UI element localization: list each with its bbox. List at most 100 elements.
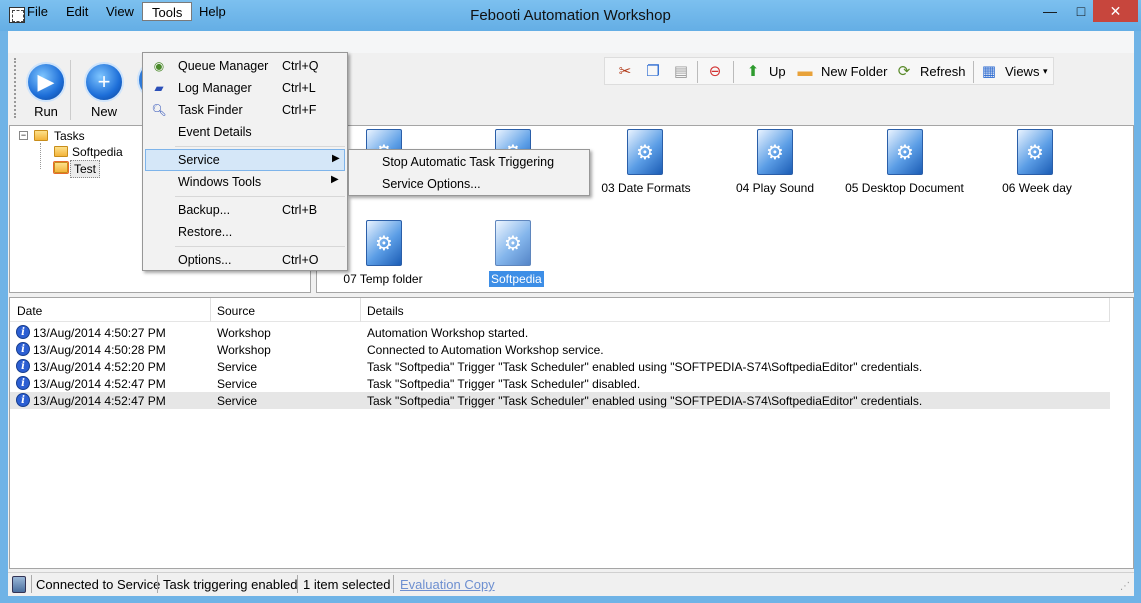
task-file-icon[interactable]: ⚙: [495, 220, 531, 266]
tree-item-tasks[interactable]: Tasks: [54, 129, 85, 143]
close-button[interactable]: ✕: [1093, 0, 1138, 22]
new-button[interactable]: + New: [76, 58, 132, 124]
log-row[interactable]: i 13/Aug/2014 4:50:28 PM Workshop Connec…: [10, 341, 1110, 358]
task-item-label[interactable]: 03 Date Formats: [596, 181, 696, 195]
toolbar-grip[interactable]: [14, 58, 17, 118]
menu-item-restore[interactable]: Restore...: [145, 221, 345, 243]
status-separator: [31, 575, 32, 593]
cut-icon[interactable]: ✂: [615, 62, 635, 82]
refresh-button[interactable]: ⟳ Refresh: [894, 58, 970, 86]
views-button[interactable]: ▦ Views ▾: [979, 58, 1051, 86]
task-item-label[interactable]: 04 Play Sound: [723, 181, 827, 195]
toolbar-separator: [70, 60, 71, 120]
submenu-arrow-icon: ▶: [332, 153, 340, 164]
minimize-button[interactable]: —: [1035, 0, 1065, 22]
views-label: Views: [1005, 64, 1040, 79]
task-item-label[interactable]: 07 Temp folder: [333, 272, 433, 286]
evaluation-copy-link[interactable]: Evaluation Copy: [400, 577, 495, 592]
status-bar: Connected to Service Task triggering ena…: [8, 572, 1134, 596]
column-separator[interactable]: [1109, 298, 1110, 322]
log-details: Automation Workshop started.: [367, 326, 529, 340]
menu-item-event-details[interactable]: Event Details: [145, 121, 345, 143]
menu-item-queue-manager[interactable]: ◉ Queue Manager Ctrl+Q: [145, 55, 345, 77]
chevron-down-icon: ▾: [1043, 66, 1048, 76]
status-triggering: Task triggering enabled: [163, 577, 298, 592]
info-icon: i: [16, 342, 30, 356]
info-icon: i: [16, 359, 30, 373]
menu-item-service-options[interactable]: Service Options...: [351, 173, 587, 195]
menu-tools[interactable]: Tools: [142, 2, 193, 21]
new-folder-button[interactable]: ▬ New Folder: [795, 58, 889, 86]
resize-grip-icon[interactable]: ⋰: [1120, 581, 1130, 592]
new-folder-label: New Folder: [821, 64, 888, 79]
service-submenu: Stop Automatic Task Triggering Service O…: [348, 149, 590, 196]
log-view[interactable]: Date Source Details i 13/Aug/2014 4:50:2…: [9, 297, 1134, 569]
column-source[interactable]: Source: [217, 304, 255, 318]
task-file-icon[interactable]: ⚙: [1017, 129, 1053, 175]
task-file-icon[interactable]: ⚙: [366, 220, 402, 266]
log-row[interactable]: i 13/Aug/2014 4:50:27 PM Workshop Automa…: [10, 324, 1110, 341]
log-details: Task "Softpedia" Trigger "Task Scheduler…: [367, 377, 641, 391]
menu-separator: [175, 196, 345, 197]
log-source: Workshop: [217, 343, 271, 357]
info-icon: i: [16, 376, 30, 390]
tree-item-test[interactable]: Test: [70, 160, 101, 178]
tools-menu: ◉ Queue Manager Ctrl+Q ▰ Log Manager Ctr…: [142, 52, 348, 271]
maximize-button[interactable]: □: [1066, 0, 1096, 22]
menu-bar: [8, 31, 1134, 53]
delete-icon[interactable]: ⊖: [705, 62, 725, 82]
up-button[interactable]: ⬆ Up: [743, 58, 793, 86]
run-label: Run: [34, 104, 58, 119]
log-row-selected[interactable]: i 13/Aug/2014 4:52:47 PM Service Task "S…: [10, 392, 1110, 409]
menu-help[interactable]: Help: [190, 2, 235, 21]
log-source: Workshop: [217, 326, 271, 340]
navigation-toolbar: ✂ ❐ ▤ ⊖ ⬆ Up ▬ New Folder ⟳ Refresh ▦ Vi…: [604, 57, 1054, 85]
log-details: Task "Softpedia" Trigger "Task Scheduler…: [367, 394, 923, 408]
log-row[interactable]: i 13/Aug/2014 4:52:20 PM Service Task "S…: [10, 358, 1110, 375]
column-details[interactable]: Details: [367, 304, 404, 318]
log-details: Task "Softpedia" Trigger "Task Scheduler…: [367, 360, 923, 374]
toolbar-separator: [733, 61, 734, 83]
menu-item-stop-automatic-triggering[interactable]: Stop Automatic Task Triggering: [351, 151, 587, 173]
collapse-toggle-icon[interactable]: −: [19, 131, 28, 140]
task-item-label[interactable]: 06 Week day: [987, 181, 1087, 195]
column-separator[interactable]: [210, 298, 211, 322]
paste-icon[interactable]: ▤: [671, 62, 691, 82]
copy-icon[interactable]: ❐: [643, 62, 663, 82]
menu-item-task-finder[interactable]: 🔍︎ Task Finder Ctrl+F: [145, 99, 345, 121]
task-file-icon[interactable]: ⚙: [887, 129, 923, 175]
tree-item-softpedia[interactable]: Softpedia: [72, 145, 123, 159]
column-date[interactable]: Date: [17, 304, 42, 318]
menu-file[interactable]: File: [18, 2, 57, 21]
views-icon: ▦: [981, 63, 997, 80]
menu-item-backup[interactable]: Backup... Ctrl+B: [145, 199, 345, 221]
refresh-icon: ⟳: [897, 63, 911, 80]
task-file-icon[interactable]: ⚙: [627, 129, 663, 175]
menu-item-log-manager[interactable]: ▰ Log Manager Ctrl+L: [145, 77, 345, 99]
column-separator[interactable]: [360, 298, 361, 322]
status-separator: [393, 575, 394, 593]
menu-item-windows-tools[interactable]: Windows Tools ▶: [145, 171, 345, 193]
menu-edit[interactable]: Edit: [57, 2, 97, 21]
info-icon: i: [16, 393, 30, 407]
task-item-label-selected[interactable]: Softpedia: [489, 271, 544, 287]
info-icon: i: [16, 325, 30, 339]
refresh-label: Refresh: [920, 64, 966, 79]
service-status-icon: [12, 576, 26, 593]
menu-item-service[interactable]: Service ▶: [145, 149, 345, 171]
log-row[interactable]: i 13/Aug/2014 4:52:47 PM Service Task "S…: [10, 375, 1110, 392]
status-separator: [297, 575, 298, 593]
menu-view[interactable]: View: [97, 2, 143, 21]
menu-item-options[interactable]: Options... Ctrl+O: [145, 249, 345, 271]
log-date: 13/Aug/2014 4:50:27 PM: [33, 326, 166, 340]
log-source: Service: [217, 377, 258, 391]
task-item-label[interactable]: 05 Desktop Document: [842, 181, 967, 195]
menu-separator: [175, 246, 345, 247]
task-file-icon[interactable]: ⚙: [757, 129, 793, 175]
run-button[interactable]: ▶ Run: [18, 58, 74, 124]
log-date: 13/Aug/2014 4:52:20 PM: [33, 360, 166, 374]
log-date: 13/Aug/2014 4:52:47 PM: [33, 394, 166, 408]
play-icon: ▶: [26, 62, 66, 102]
submenu-arrow-icon: ▶: [331, 174, 339, 185]
folder-up-icon: ⬆: [746, 63, 760, 80]
